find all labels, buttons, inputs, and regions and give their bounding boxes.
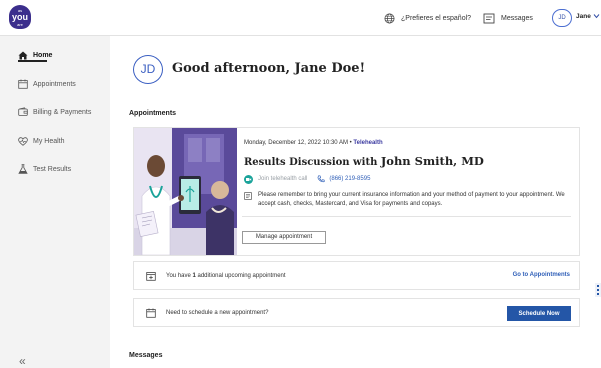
messages-section-title: Messages xyxy=(129,352,163,359)
collapse-sidebar-button[interactable]: « xyxy=(19,354,26,368)
telehealth-illustration xyxy=(134,128,237,255)
upcoming-text-after: additional upcoming appointment xyxy=(195,272,286,279)
appointment-note-text: Please remember to bring your current in… xyxy=(258,192,565,207)
upcoming-text-before: You have xyxy=(166,272,193,279)
appointments-section-title: Appointments xyxy=(129,110,177,117)
message-icon xyxy=(483,13,495,23)
appointment-date: Monday, December 12, 2022 10:30 AM xyxy=(244,140,348,146)
video-call-icon xyxy=(244,174,253,184)
appointment-title: Results Discussion with John Smith, MD xyxy=(244,154,484,168)
sidebar-item-label: Appointments xyxy=(33,80,76,88)
document-icon xyxy=(244,192,252,200)
calendar-icon xyxy=(18,79,28,89)
user-name[interactable]: Jane xyxy=(576,13,591,20)
join-telehealth-link[interactable]: Join telehealth call xyxy=(258,176,307,182)
schedule-prompt: Need to schedule a new appointment? xyxy=(166,309,269,316)
sidebar: Home Appointments Billing & Payments My … xyxy=(0,36,110,368)
active-indicator xyxy=(18,60,47,62)
phone-link[interactable]: (866) 219-8595 xyxy=(329,176,370,182)
feedback-tab[interactable] xyxy=(595,283,601,297)
language-link[interactable]: ¿Prefieres el español? xyxy=(401,15,471,22)
logo-line-3: are xyxy=(17,22,23,27)
appointment-datetime: Monday, December 12, 2022 10:30 AM • Tel… xyxy=(244,140,383,146)
doctor-name: John Smith, MD xyxy=(380,154,484,168)
manage-appointment-button[interactable]: Manage appointment xyxy=(242,231,326,244)
sidebar-item-label: Test Results xyxy=(33,165,72,173)
messages-link[interactable]: Messages xyxy=(501,15,533,22)
appointment-note: Please remember to bring your current in… xyxy=(244,191,574,208)
home-icon xyxy=(18,51,28,59)
sidebar-item-my-health[interactable]: My Health xyxy=(18,134,65,148)
sidebar-item-test-results[interactable]: Test Results xyxy=(18,162,71,176)
language-toggle[interactable]: ¿Prefieres el español? xyxy=(384,10,471,26)
calendar-plus-icon xyxy=(146,271,156,281)
sidebar-item-label: Home xyxy=(33,51,53,59)
sidebar-item-label: My Health xyxy=(33,137,65,145)
messages-link-group[interactable]: Messages xyxy=(483,10,533,26)
globe-icon xyxy=(384,13,395,23)
sidebar-item-label: Billing & Payments xyxy=(33,108,92,116)
sidebar-item-appointments[interactable]: Appointments xyxy=(18,77,76,91)
go-to-appointments-link[interactable]: Go to Appointments xyxy=(513,272,570,278)
chevron-down-icon[interactable] xyxy=(593,13,600,21)
schedule-card: Need to schedule a new appointment? Sche… xyxy=(133,298,580,327)
logo-line-2: you xyxy=(11,12,28,22)
additional-appointments-text: You have 1 additional upcoming appointme… xyxy=(166,273,286,279)
telehealth-row: Join telehealth call (866) 219-8595 xyxy=(244,173,370,185)
brand-logo[interactable]: as you are xyxy=(9,5,31,29)
appointment-type: Telehealth xyxy=(353,140,383,146)
phone-icon xyxy=(318,175,325,183)
sidebar-item-billing[interactable]: Billing & Payments xyxy=(18,105,91,119)
appointment-card: Monday, December 12, 2022 10:30 AM • Tel… xyxy=(133,127,580,256)
heart-icon xyxy=(18,136,28,146)
wallet-icon xyxy=(18,107,28,116)
divider xyxy=(242,216,571,217)
flask-icon xyxy=(18,164,28,174)
appointment-title-prefix: Results Discussion with xyxy=(244,157,381,168)
user-avatar[interactable]: JD xyxy=(552,9,572,27)
schedule-now-button[interactable]: Schedule Now xyxy=(507,306,571,321)
top-bar: as you are ¿Prefieres el español? Messag… xyxy=(0,0,601,36)
calendar-icon xyxy=(146,308,156,318)
additional-appointments-card: You have 1 additional upcoming appointme… xyxy=(133,261,580,290)
greeting-title: Good afternoon, Jane Doe! xyxy=(172,61,366,76)
sidebar-item-home[interactable]: Home xyxy=(18,48,52,62)
profile-avatar: JD xyxy=(133,55,163,84)
